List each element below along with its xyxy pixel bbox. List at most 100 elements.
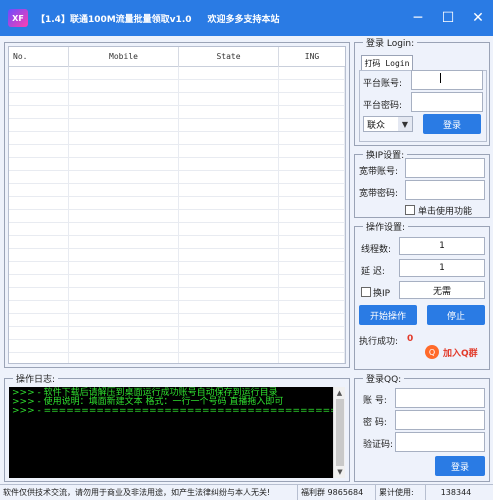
- table-cell: [179, 119, 279, 132]
- column-header-no[interactable]: No.: [9, 47, 69, 67]
- change-ip-field[interactable]: 无需: [399, 281, 485, 299]
- table-row[interactable]: [9, 340, 345, 353]
- table-cell: [69, 145, 179, 158]
- broadband-account-field[interactable]: [405, 158, 485, 178]
- table-cell: [179, 210, 279, 223]
- broadband-password-field[interactable]: [405, 180, 485, 200]
- broadband-password-label: 宽带密码:: [359, 189, 399, 199]
- table-cell: [9, 80, 69, 93]
- table-row[interactable]: [9, 158, 345, 171]
- captcha-field[interactable]: [395, 432, 485, 452]
- table-cell: [279, 275, 345, 288]
- column-header-state[interactable]: State: [179, 47, 279, 67]
- table-row[interactable]: [9, 171, 345, 184]
- text-cursor: [440, 73, 441, 83]
- start-operation-button[interactable]: 开始操作: [359, 305, 417, 325]
- table-cell: [9, 301, 69, 314]
- table-cell: [179, 301, 279, 314]
- scroll-down-icon[interactable]: ▼: [334, 466, 346, 478]
- table-row[interactable]: [9, 288, 345, 301]
- table-row[interactable]: [9, 119, 345, 132]
- captcha-label: 验证码:: [363, 440, 394, 450]
- threads-field[interactable]: 1: [399, 237, 485, 255]
- window-title: 【1.4】联通100M流量批量领取v1.0: [36, 14, 192, 25]
- platform-login-button[interactable]: 登录: [423, 114, 481, 134]
- table-cell: [69, 93, 179, 106]
- threads-label: 线程数:: [361, 245, 392, 255]
- qq-account-field[interactable]: [395, 388, 485, 408]
- scroll-thumb[interactable]: [336, 399, 344, 466]
- stop-button[interactable]: 停止: [427, 305, 485, 325]
- table-row[interactable]: [9, 262, 345, 275]
- table-cell: [9, 353, 69, 363]
- table-cell: [9, 314, 69, 327]
- table-row[interactable]: [9, 197, 345, 210]
- table-cell: [9, 249, 69, 262]
- window-subtitle: 欢迎多多支持本站: [207, 14, 280, 25]
- delay-field[interactable]: 1: [399, 259, 485, 277]
- table-cell: [279, 184, 345, 197]
- success-count: 0: [407, 334, 414, 344]
- operation-settings-legend: 操作设置:: [363, 220, 409, 233]
- table-cell: [279, 158, 345, 171]
- table-cell: [69, 353, 179, 363]
- qq-penguin-icon: Q: [425, 345, 439, 359]
- table-row[interactable]: [9, 106, 345, 119]
- table-cell: [69, 340, 179, 353]
- table-row[interactable]: [9, 210, 345, 223]
- table-cell: [179, 106, 279, 119]
- table-row[interactable]: [9, 80, 345, 93]
- table-row[interactable]: [9, 223, 345, 236]
- login-panel: 登录 Login: 打码 Login 平台账号: 平台密码: 联众 ▼ 登录: [354, 36, 490, 146]
- tab-captcha-login[interactable]: 打码 Login: [361, 55, 413, 71]
- table-row[interactable]: [9, 184, 345, 197]
- table-cell: [179, 249, 279, 262]
- table-cell: [179, 340, 279, 353]
- join-qq-group-link[interactable]: Q 加入Q群: [425, 345, 478, 359]
- log-scrollbar[interactable]: ▲ ▼: [333, 387, 345, 478]
- table-row[interactable]: [9, 93, 345, 106]
- table-row[interactable]: [9, 132, 345, 145]
- qq-login-button[interactable]: 登录: [435, 456, 485, 476]
- change-ip-checkbox[interactable]: [361, 287, 371, 297]
- account-table[interactable]: No. Mobile State ING: [8, 46, 346, 364]
- use-function-checkbox[interactable]: [405, 205, 415, 215]
- disclaimer-text: 软件仅供技术交流，请勿用于商业及非法用途，如产生法律纠纷与本人无关!: [0, 484, 298, 500]
- table-row[interactable]: [9, 249, 345, 262]
- table-cell: [69, 132, 179, 145]
- login-legend: 登录 Login:: [363, 36, 418, 49]
- operation-settings-panel: 操作设置: 线程数: 1 延 迟: 1 换IP 无需 开始操作 停止 执行成功:…: [354, 220, 490, 370]
- table-row[interactable]: [9, 301, 345, 314]
- column-header-ing[interactable]: ING: [279, 47, 345, 67]
- log-output[interactable]: >>> - 软件下载后请解压到桌面运行成功账号自动保存到运行目录 >>> - 使…: [9, 387, 333, 478]
- minimize-icon[interactable]: ─: [403, 0, 433, 36]
- table-cell: [9, 275, 69, 288]
- platform-password-field[interactable]: [411, 92, 483, 112]
- table-cell: [279, 93, 345, 106]
- maximize-icon[interactable]: ☐: [433, 0, 463, 36]
- ip-settings-panel: 换IP设置: 宽带账号: 宽带密码: 单击使用功能: [354, 148, 490, 218]
- provider-select[interactable]: 联众 ▼: [363, 116, 413, 132]
- qq-password-field[interactable]: [395, 410, 485, 430]
- platform-account-field[interactable]: [411, 70, 483, 90]
- table-cell: [9, 93, 69, 106]
- table-row[interactable]: [9, 275, 345, 288]
- use-function-label: 单击使用功能: [418, 207, 473, 217]
- scroll-up-icon[interactable]: ▲: [334, 387, 345, 399]
- table-row[interactable]: [9, 236, 345, 249]
- table-row[interactable]: [9, 353, 345, 363]
- table-cell: [279, 340, 345, 353]
- table-row[interactable]: [9, 67, 345, 80]
- welfare-group-label: 福利群: [301, 488, 325, 497]
- table-cell: [9, 197, 69, 210]
- title-bar: XF 【1.4】联通100M流量批量领取v1.0 欢迎多多支持本站 ─ ☐ ✕: [0, 0, 493, 36]
- table-cell: [179, 184, 279, 197]
- table-row[interactable]: [9, 327, 345, 340]
- close-icon[interactable]: ✕: [463, 0, 493, 36]
- table-row[interactable]: [9, 314, 345, 327]
- table-row[interactable]: [9, 145, 345, 158]
- column-header-mobile[interactable]: Mobile: [69, 47, 179, 67]
- table-cell: [9, 288, 69, 301]
- broadband-account-label: 宽带账号:: [359, 167, 399, 177]
- change-ip-label: 换IP: [373, 289, 391, 299]
